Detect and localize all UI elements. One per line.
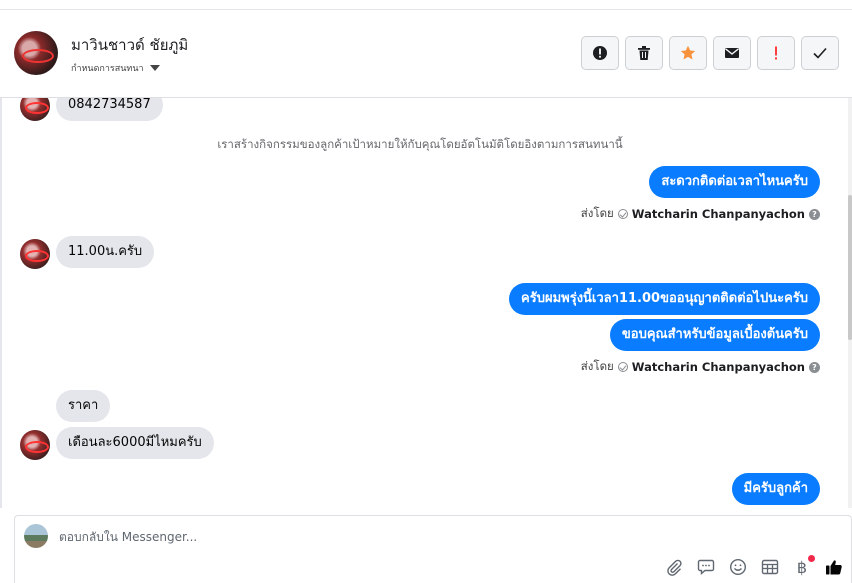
paperclip-icon bbox=[667, 559, 682, 576]
like-button[interactable] bbox=[825, 558, 843, 576]
contact-avatar-small bbox=[20, 98, 50, 121]
incoming-message[interactable]: เดือนละ6000มีไหมครับ bbox=[56, 427, 214, 459]
exclamation-circle-icon bbox=[593, 46, 607, 60]
help-icon[interactable]: ? bbox=[809, 361, 820, 373]
reply-input[interactable] bbox=[59, 530, 559, 544]
outgoing-message[interactable]: ครับผมพรุ่งนี้เวลา11.00ขออนุญาตติดต่อไปน… bbox=[509, 283, 820, 315]
thumbs-up-icon bbox=[826, 560, 842, 575]
header-divider bbox=[0, 9, 852, 10]
check-circle-icon bbox=[617, 209, 628, 219]
attach-button[interactable] bbox=[665, 558, 683, 576]
exclamation-icon bbox=[775, 46, 777, 60]
status-label: กำหนดการสนทนา bbox=[71, 64, 144, 74]
sent-by-label: ส่งโดย bbox=[580, 206, 614, 220]
saved-replies-button[interactable] bbox=[697, 558, 715, 576]
contact-name[interactable]: มาวินชาวด์ ชัยภูมิ bbox=[71, 33, 188, 57]
trash-icon bbox=[638, 46, 650, 60]
table-button[interactable] bbox=[761, 558, 779, 576]
priority-button[interactable] bbox=[757, 36, 795, 70]
emoji-icon bbox=[729, 558, 747, 576]
messenger-inbox: มาวินชาวด์ ชัยภูมิ กำหนดการสนทนา 0842734… bbox=[0, 0, 852, 583]
delete-button[interactable] bbox=[625, 36, 663, 70]
contact-avatar[interactable] bbox=[14, 31, 58, 75]
sent-by-info: ส่งโดย Watcharin Chanpanyachon ? bbox=[581, 205, 820, 223]
reply-composer: ฿ bbox=[14, 515, 852, 583]
system-note: เราสร้างกิจกรรมของลูกค้าเป้าหมายให้กับคุ… bbox=[217, 137, 623, 151]
check-circle-icon bbox=[617, 362, 628, 372]
message-thread[interactable]: 0842734587 เราสร้างกิจกรรมของลูกค้าเป้าห… bbox=[0, 98, 852, 506]
incoming-message[interactable]: ราคา bbox=[56, 390, 111, 422]
sender-name[interactable]: Watcharin Chanpanyachon bbox=[632, 360, 805, 374]
sent-by-label: ส่งโดย bbox=[580, 359, 614, 373]
sender-name[interactable]: Watcharin Chanpanyachon bbox=[632, 207, 805, 221]
contact-avatar-small bbox=[20, 430, 50, 460]
envelope-icon bbox=[725, 48, 739, 58]
contact-avatar-small bbox=[20, 239, 50, 269]
done-button[interactable] bbox=[801, 36, 839, 70]
table-icon bbox=[761, 559, 779, 575]
mail-button[interactable] bbox=[713, 36, 751, 70]
outgoing-message[interactable]: ขอบคุณสำหรับข้อมูลเบื้องต้นครับ bbox=[609, 319, 820, 351]
star-button[interactable] bbox=[669, 36, 707, 70]
conversation-header: มาวินชาวด์ ชัยภูมิ กำหนดการสนทนา bbox=[0, 0, 852, 98]
saved-reply-icon bbox=[697, 559, 715, 576]
header-actions bbox=[581, 36, 839, 70]
sent-by-info: ส่งโดย Watcharin Chanpanyachon ? bbox=[581, 358, 820, 376]
payment-button[interactable]: ฿ bbox=[793, 555, 815, 577]
notification-dot bbox=[808, 555, 815, 562]
check-icon bbox=[813, 47, 827, 59]
composer-toolbar: ฿ bbox=[665, 555, 843, 577]
incoming-message[interactable]: 0842734587 bbox=[56, 98, 163, 121]
outgoing-message[interactable]: สะดวกติดต่อเวลาไหนครับ bbox=[649, 166, 820, 198]
caret-down-icon bbox=[149, 65, 160, 71]
report-button[interactable] bbox=[581, 36, 619, 70]
emoji-button[interactable] bbox=[729, 558, 747, 576]
incoming-message[interactable]: 11.00น.ครับ bbox=[56, 236, 155, 268]
conversation-status-dropdown[interactable]: กำหนดการสนทนา bbox=[71, 61, 160, 75]
baht-payment-icon: ฿ bbox=[796, 557, 808, 577]
help-icon[interactable]: ? bbox=[809, 208, 820, 220]
outgoing-message[interactable]: มีครับลูกค้า bbox=[731, 473, 820, 505]
scrollbar-thumb[interactable] bbox=[848, 195, 852, 340]
star-icon bbox=[680, 45, 696, 60]
page-avatar bbox=[24, 524, 48, 548]
